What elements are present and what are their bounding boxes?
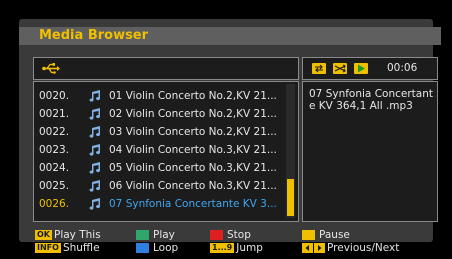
legend-label: Stop (227, 229, 251, 241)
play-icon[interactable] (354, 63, 368, 74)
music-note-icon (89, 198, 101, 210)
track-number: 0025. (39, 180, 70, 192)
music-note-icon (89, 180, 101, 192)
left-right-arrow-keys-icon (302, 243, 325, 253)
number-keys: 1...9 (210, 243, 235, 253)
track-number: 0026. (39, 198, 70, 210)
legend-stop: Stop (210, 229, 251, 242)
repeat-icon[interactable] (312, 63, 326, 74)
file-info-panel: 07 Synfonia Concertante KV 364,1 All .mp… (302, 81, 438, 222)
legend-label: Loop (153, 242, 179, 254)
file-info-name: 07 Synfonia Concertante KV 364,1 All .mp… (309, 88, 433, 112)
track-number: 0024. (39, 162, 70, 174)
legend-play-this: OK Play This (35, 229, 101, 242)
path-bar (33, 57, 299, 80)
track-name: 03 Violin Concerto No.2,KV 21... (109, 126, 277, 138)
blue-key (136, 243, 149, 253)
page-title: Media Browser (39, 28, 149, 43)
track-name: 07 Synfonia Concertante KV 3... (109, 198, 277, 210)
track-name: 05 Violin Concerto No.3,KV 21... (109, 162, 277, 174)
legend-label: Play This (54, 229, 101, 241)
track-name: 06 Violin Concerto No.3,KV 21... (109, 180, 277, 192)
scrollbar-thumb[interactable] (287, 179, 294, 216)
yellow-key (302, 230, 315, 240)
track-name: 04 Violin Concerto No.3,KV 21... (109, 144, 277, 156)
legend-label: Previous/Next (327, 242, 400, 254)
legend-pause: Pause (302, 229, 350, 242)
music-note-icon (89, 90, 101, 102)
music-note-icon (89, 162, 101, 174)
track-number: 0021. (39, 108, 70, 120)
legend-shuffle: INFO Shuffle (35, 242, 100, 255)
player-controls: 00:06 (302, 57, 438, 80)
legend-play: Play (136, 229, 175, 242)
music-note-icon (89, 126, 101, 138)
music-note-icon (89, 144, 101, 156)
legend-label: Pause (319, 229, 350, 241)
title-bar: Media Browser (19, 27, 441, 45)
track-number: 0022. (39, 126, 70, 138)
red-key (210, 230, 223, 240)
elapsed-time: 00:06 (387, 62, 418, 74)
shuffle-icon[interactable] (333, 63, 347, 74)
legend-loop: Loop (136, 242, 178, 255)
green-key (136, 230, 149, 240)
legend-label: Shuffle (62, 242, 100, 254)
file-list[interactable]: 0020. 01 Violin Concerto No.2,KV 21... 0… (33, 81, 299, 222)
track-number: 0023. (39, 144, 70, 156)
track-number: 0020. (39, 90, 70, 102)
legend-jump: 1...9 Jump (210, 242, 263, 255)
usb-icon (42, 63, 60, 74)
legend-label: Play (153, 229, 175, 241)
legend-previous-next: Previous/Next (302, 242, 399, 255)
legend-label: Jump (236, 242, 263, 254)
track-name: 01 Violin Concerto No.2,KV 21... (109, 90, 277, 102)
music-note-icon (89, 108, 101, 120)
info-key: INFO (35, 243, 61, 253)
ok-key: OK (35, 230, 52, 240)
track-name: 02 Violin Concerto No.2,KV 21... (109, 108, 277, 120)
